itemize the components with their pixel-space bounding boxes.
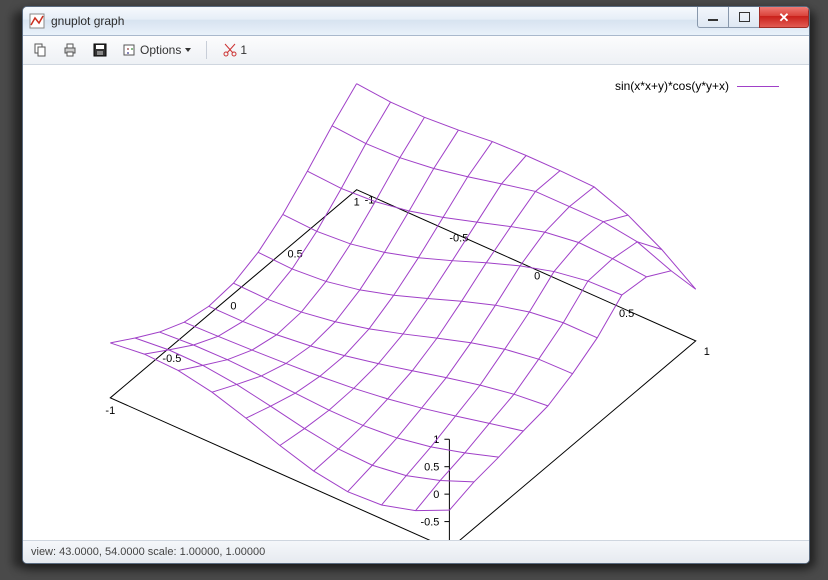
scissors-icon [222,42,238,58]
print-button[interactable] [59,40,81,60]
svg-text:0.5: 0.5 [619,308,634,320]
svg-text:1: 1 [354,197,360,209]
copy-icon [32,42,48,58]
svg-text:0.5: 0.5 [287,249,302,261]
chevron-down-icon [185,48,191,52]
titlebar[interactable]: gnuplot graph ✕ [23,7,809,36]
legend-swatch [737,86,779,87]
copy-button[interactable] [29,40,51,60]
svg-text:0: 0 [433,489,439,501]
svg-text:-0.5: -0.5 [421,517,440,529]
svg-text:0.5: 0.5 [424,462,439,474]
save-button[interactable] [89,40,111,60]
surface-plot: -1-0.500.51-1-0.500.51-1-0.500.51 [23,65,809,540]
replot-label: 1 [240,43,247,57]
save-icon [92,42,108,58]
legend-label: sin(x*x+y)*cos(y*y+x) [615,79,729,93]
svg-text:1: 1 [704,346,710,358]
status-text: view: 43.0000, 54.0000 scale: 1.00000, 1… [31,546,265,558]
statusbar: view: 43.0000, 54.0000 scale: 1.00000, 1… [23,540,809,563]
svg-text:-0.5: -0.5 [449,232,468,244]
close-button[interactable]: ✕ [759,7,809,28]
window-title: gnuplot graph [51,14,124,28]
svg-text:0: 0 [230,301,236,313]
legend: sin(x*x+y)*cos(y*y+x) [615,79,779,93]
svg-text:-1: -1 [105,405,115,417]
toolbar-separator [206,41,207,59]
replot-button[interactable]: 1 [219,40,250,60]
print-icon [62,42,78,58]
app-window: gnuplot graph ✕ Options [22,6,810,564]
options-button[interactable]: Options [119,40,194,60]
app-icon [29,13,45,29]
minimize-button[interactable] [697,7,729,28]
maximize-button[interactable] [728,7,760,28]
options-label: Options [140,43,181,57]
toolbar: Options 1 [23,36,809,65]
options-icon [122,42,138,58]
svg-text:0: 0 [534,270,540,282]
plot-area[interactable]: -1-0.500.51-1-0.500.51-1-0.500.51 sin(x*… [23,65,809,540]
